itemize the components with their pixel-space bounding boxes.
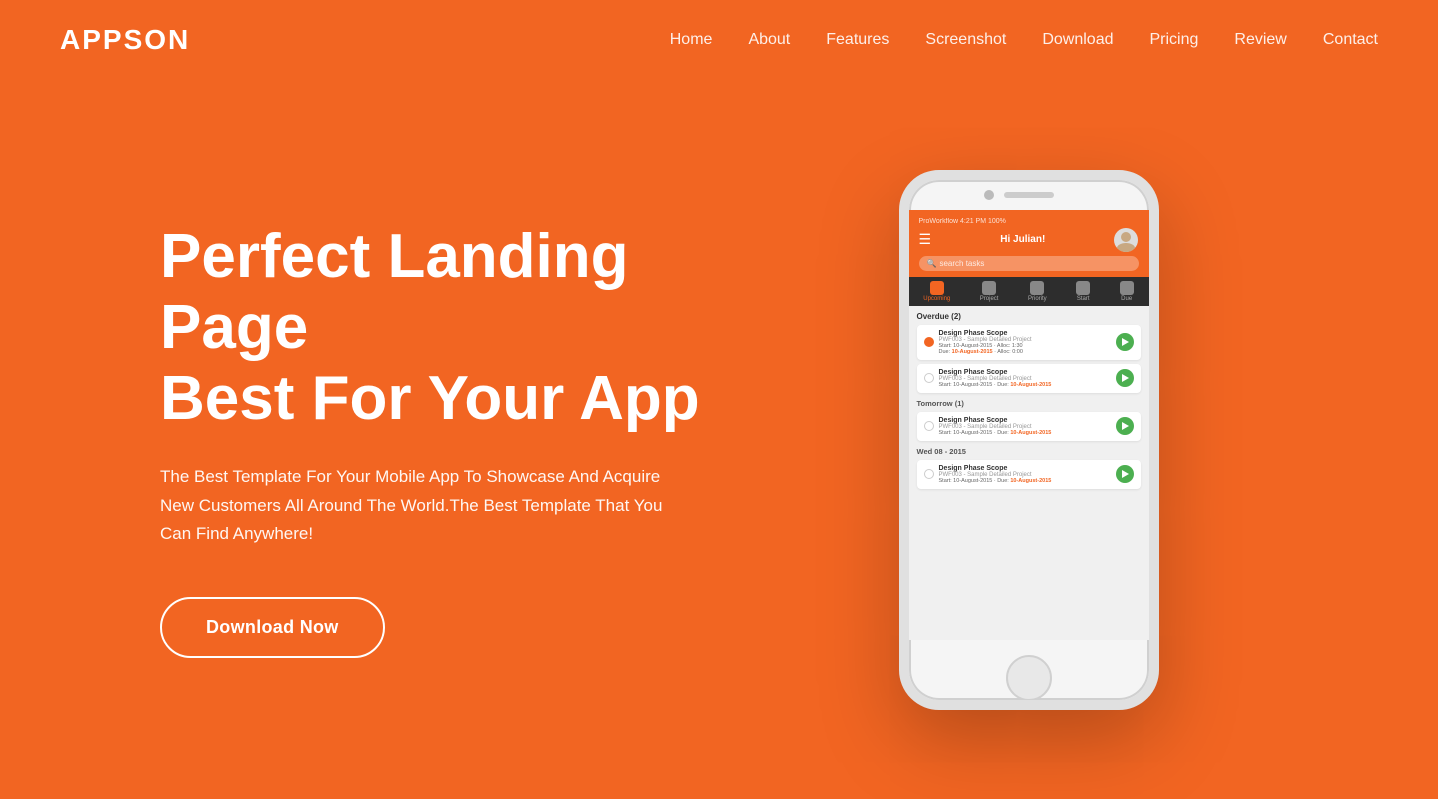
app-header: ProWorkflow 4:21 PM 100% ☰ Hi Julian! 🔍 … bbox=[909, 210, 1149, 277]
task-item: Design Phase Scope PWF003 - Sample Detai… bbox=[917, 325, 1141, 360]
tab-due-label: Due bbox=[1121, 296, 1132, 302]
hamburger-icon: ☰ bbox=[919, 231, 932, 248]
nav-links: Home About Features Screenshot Download … bbox=[670, 31, 1378, 49]
phone-home-button bbox=[1006, 655, 1052, 701]
app-greeting: Hi Julian! bbox=[1000, 234, 1045, 245]
task-info: Design Phase Scope PWF003 - Sample Detai… bbox=[939, 465, 1111, 484]
task-name: Design Phase Scope bbox=[939, 330, 1111, 337]
phone-camera bbox=[984, 190, 994, 200]
nav-about[interactable]: About bbox=[748, 31, 790, 48]
due-icon bbox=[1120, 281, 1134, 295]
task-dates: Start: 10-August-2015 · Due: 10-August-2… bbox=[939, 382, 1111, 388]
nav-pricing[interactable]: Pricing bbox=[1149, 31, 1198, 48]
app-tabs: Upcoming Project Priority Start bbox=[909, 277, 1149, 306]
task-play-button bbox=[1116, 369, 1134, 387]
task-dates: Start: 10-August-2015 · Due: 10-August-2… bbox=[939, 478, 1111, 484]
section-tomorrow: Tomorrow (1) bbox=[917, 399, 1141, 408]
upcoming-icon bbox=[930, 281, 944, 295]
tab-upcoming-label: Upcoming bbox=[923, 296, 950, 302]
app-header-row: ☰ Hi Julian! bbox=[919, 228, 1139, 252]
task-checkbox bbox=[924, 373, 934, 383]
hero-text-block: Perfect Landing Page Best For Your App T… bbox=[160, 221, 739, 659]
tab-start-label: Start bbox=[1077, 296, 1090, 302]
app-content: Overdue (2) Design Phase Scope PWF003 - … bbox=[909, 306, 1149, 640]
download-now-button[interactable]: Download Now bbox=[160, 597, 385, 658]
phone-outer: ProWorkflow 4:21 PM 100% ☰ Hi Julian! 🔍 … bbox=[899, 170, 1159, 710]
task-item: Design Phase Scope PWF003 - Sample Detai… bbox=[917, 364, 1141, 393]
phone-mockup: ProWorkflow 4:21 PM 100% ☰ Hi Julian! 🔍 … bbox=[739, 170, 1318, 710]
section-wed: Wed 08 - 2015 bbox=[917, 447, 1141, 456]
task-item: Design Phase Scope PWF003 - Sample Detai… bbox=[917, 412, 1141, 441]
navbar: APPSON Home About Features Screenshot Do… bbox=[0, 0, 1438, 80]
start-icon bbox=[1076, 281, 1090, 295]
tab-priority-label: Priority bbox=[1028, 296, 1047, 302]
status-bar: ProWorkflow 4:21 PM 100% bbox=[919, 218, 1139, 225]
search-placeholder: search tasks bbox=[939, 259, 984, 268]
task-play-button bbox=[1116, 333, 1134, 351]
tab-project: Project bbox=[980, 281, 999, 302]
task-checkbox-checked bbox=[924, 337, 934, 347]
task-checkbox bbox=[924, 421, 934, 431]
task-item: Design Phase Scope PWF003 - Sample Detai… bbox=[917, 460, 1141, 489]
phone-screen: ProWorkflow 4:21 PM 100% ☰ Hi Julian! 🔍 … bbox=[909, 210, 1149, 640]
priority-icon bbox=[1030, 281, 1044, 295]
brand-logo: APPSON bbox=[60, 24, 190, 56]
task-checkbox bbox=[924, 469, 934, 479]
task-name: Design Phase Scope bbox=[939, 465, 1111, 472]
project-icon bbox=[982, 281, 996, 295]
hero-section: Perfect Landing Page Best For Your App T… bbox=[0, 80, 1438, 799]
task-info: Design Phase Scope PWF003 - Sample Detai… bbox=[939, 330, 1111, 355]
nav-contact[interactable]: Contact bbox=[1323, 31, 1378, 48]
task-info: Design Phase Scope PWF003 - Sample Detai… bbox=[939, 369, 1111, 388]
nav-review[interactable]: Review bbox=[1234, 31, 1286, 48]
section-overdue: Overdue (2) bbox=[917, 312, 1141, 321]
tab-project-label: Project bbox=[980, 296, 999, 302]
task-dates: Start: 10-August-2015 · Due: 10-August-2… bbox=[939, 430, 1111, 436]
task-info: Design Phase Scope PWF003 - Sample Detai… bbox=[939, 417, 1111, 436]
tab-due: Due bbox=[1120, 281, 1134, 302]
task-dates: Start: 10-August-2015 · Alloc: 1:30 Due:… bbox=[939, 343, 1111, 355]
hero-title: Perfect Landing Page Best For Your App bbox=[160, 221, 739, 435]
nav-screenshot[interactable]: Screenshot bbox=[925, 31, 1006, 48]
tab-upcoming: Upcoming bbox=[923, 281, 950, 302]
nav-home[interactable]: Home bbox=[670, 31, 713, 48]
task-name: Design Phase Scope bbox=[939, 369, 1111, 376]
task-play-button bbox=[1116, 465, 1134, 483]
nav-download[interactable]: Download bbox=[1042, 31, 1113, 48]
task-name: Design Phase Scope bbox=[939, 417, 1111, 424]
tab-start: Start bbox=[1076, 281, 1090, 302]
search-bar: 🔍 search tasks bbox=[919, 256, 1139, 271]
task-play-button bbox=[1116, 417, 1134, 435]
phone-speaker bbox=[1004, 192, 1054, 198]
tab-priority: Priority bbox=[1028, 281, 1047, 302]
nav-features[interactable]: Features bbox=[826, 31, 889, 48]
hero-subtitle: The Best Template For Your Mobile App To… bbox=[160, 463, 680, 550]
avatar bbox=[1114, 228, 1138, 252]
